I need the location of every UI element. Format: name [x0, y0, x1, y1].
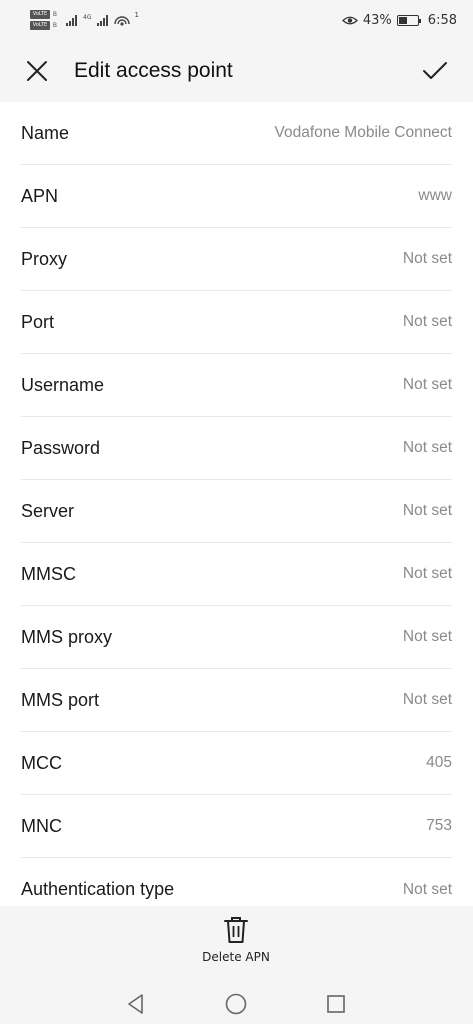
page-title: Edit access point: [74, 59, 233, 82]
back-triangle-icon: [128, 994, 143, 1014]
status-bar: VoLTE VoLTE 4G 1 43% 6:58: [0, 0, 473, 40]
close-button[interactable]: [17, 51, 57, 91]
field-label: MMSC: [21, 563, 76, 584]
close-icon: [27, 61, 47, 81]
recents-button[interactable]: [318, 986, 354, 1022]
field-row-proxy[interactable]: Proxy Not set: [21, 228, 452, 291]
field-label: Authentication type: [21, 879, 175, 899]
sim2-volte-icon: VoLTE: [30, 21, 57, 30]
field-label: Password: [21, 437, 101, 458]
field-value: Not set: [402, 691, 452, 708]
field-label: MMS port: [21, 689, 100, 710]
field-value: Not set: [402, 565, 452, 582]
field-value: Not set: [402, 628, 452, 645]
home-circle-icon: [225, 993, 247, 1015]
field-row-server[interactable]: Server Not set: [21, 480, 452, 543]
field-value: Not set: [402, 313, 452, 330]
field-row-mms-port[interactable]: MMS port Not set: [21, 669, 452, 732]
field-label: Name: [21, 122, 70, 143]
field-label: Username: [21, 374, 105, 395]
field-row-mmsc[interactable]: MMSC Not set: [21, 543, 452, 606]
bottom-bar: Delete APN: [0, 906, 473, 1024]
field-row-name[interactable]: Name Vodafone Mobile Connect: [21, 102, 452, 165]
sim1-volte-icon: VoLTE: [30, 10, 57, 19]
status-right: 43% 6:58: [341, 12, 457, 28]
field-row-mms-proxy[interactable]: MMS proxy Not set: [21, 606, 452, 669]
field-label: APN: [21, 185, 59, 206]
field-value: 405: [426, 754, 452, 771]
field-label: Port: [21, 311, 55, 332]
field-label: Proxy: [21, 248, 68, 269]
clock: 6:58: [427, 12, 457, 28]
signal-strength-icon: [66, 14, 77, 26]
notification-count: 1: [134, 11, 139, 19]
field-value: 753: [426, 817, 452, 834]
field-row-apn[interactable]: APN www: [21, 165, 452, 228]
field-value: Not set: [402, 502, 452, 519]
field-value: Not set: [402, 439, 452, 456]
field-value: www: [418, 187, 452, 204]
back-button[interactable]: [118, 986, 154, 1022]
battery-fill: [398, 16, 407, 24]
field-value: Not set: [402, 376, 452, 393]
battery-icon: [396, 14, 421, 26]
eye-comfort-icon: [341, 16, 358, 24]
field-value: Vodafone Mobile Connect: [274, 124, 452, 141]
field-row-password[interactable]: Password Not set: [21, 417, 452, 480]
field-label: Server: [21, 500, 75, 521]
system-nav-bar: [0, 986, 473, 1022]
battery-percent: 43%: [362, 12, 392, 28]
delete-apn-label: Delete APN: [202, 950, 270, 964]
recents-square-icon: [327, 995, 345, 1013]
field-row-authentication-type[interactable]: Authentication type Not set: [21, 858, 452, 906]
signal-strength-2-icon: [97, 14, 109, 26]
home-button[interactable]: [218, 986, 254, 1022]
save-button[interactable]: [415, 51, 455, 91]
field-value: Not set: [402, 880, 452, 898]
apn-settings-list: Name Vodafone Mobile Connect APN www Proxy No…: [0, 102, 473, 906]
sim-indicators: VoLTE VoLTE: [30, 10, 57, 30]
delete-apn-button[interactable]: Delete APN: [186, 916, 286, 972]
field-row-username[interactable]: Username Not set: [21, 354, 452, 417]
field-label: MMS proxy: [21, 626, 113, 647]
field-value: Not set: [402, 250, 452, 267]
field-label: MCC: [21, 752, 62, 773]
network-type-label: 4G: [83, 13, 92, 21]
field-row-mnc[interactable]: MNC 753: [21, 795, 452, 858]
field-row-mcc[interactable]: MCC 405: [21, 732, 452, 795]
trash-icon: [224, 917, 248, 943]
field-label: MNC: [21, 815, 62, 836]
check-icon: [423, 62, 447, 79]
app-bar: Edit access point: [0, 40, 473, 102]
field-row-port[interactable]: Port Not set: [21, 291, 452, 354]
hotspot-icon: [114, 16, 131, 26]
status-left: VoLTE VoLTE 4G 1: [30, 10, 139, 30]
